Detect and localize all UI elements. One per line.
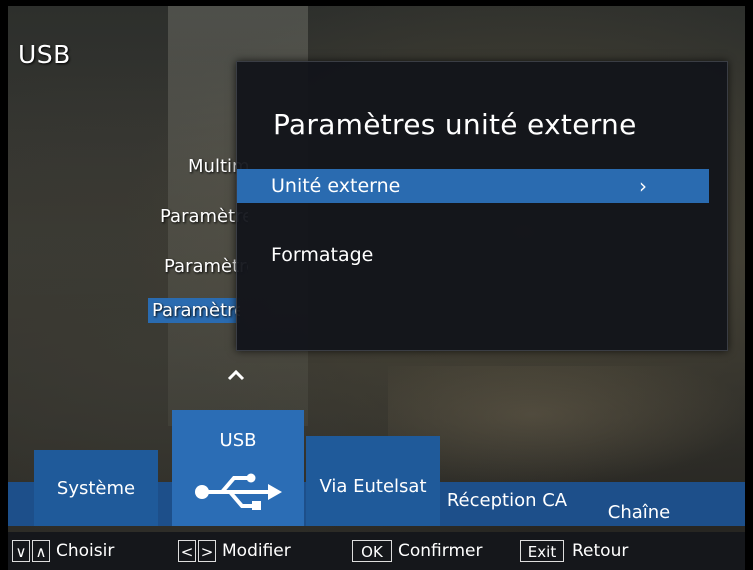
usb-icon xyxy=(195,473,282,510)
help-choose-label: Choisir xyxy=(56,541,115,561)
menu-item-parametres-2[interactable]: Paramètres xyxy=(160,254,248,279)
menu-item-parametres-1[interactable]: Paramètres xyxy=(156,204,248,229)
exit-key-icon: Exit xyxy=(520,540,564,562)
tab-label: Via Eutelsat xyxy=(319,476,427,497)
tab-via-eutelsat[interactable]: Via Eutelsat xyxy=(306,436,440,526)
tv-screen: USB Multimédia Paramètres Paramètres Par… xyxy=(8,6,745,570)
help-confirm-label: Confirmer xyxy=(398,541,483,561)
external-unit-settings-dialog: Paramètres unité externe Unité externe ›… xyxy=(236,61,728,351)
popup-item-formatting[interactable]: Formatage xyxy=(237,238,709,272)
ok-key-icon: OK xyxy=(352,540,392,562)
tab-systeme[interactable]: Système xyxy=(34,450,158,526)
popup-item-label: Formatage xyxy=(271,244,374,266)
help-bar: ∨ ∧ Choisir < > Modifier OK Confirmer Ex… xyxy=(8,532,745,570)
help-back-label: Retour xyxy=(572,541,629,561)
down-key-icon: ∨ xyxy=(12,540,30,562)
page-title: USB xyxy=(18,40,71,69)
dialog-title: Paramètres unité externe xyxy=(273,108,637,141)
right-key-icon: > xyxy=(198,540,216,562)
help-modify-label: Modifier xyxy=(222,541,291,561)
chevron-up-icon[interactable] xyxy=(226,368,246,382)
up-key-icon: ∧ xyxy=(32,540,50,562)
tab-label: Chaîne xyxy=(607,502,671,523)
tab-label: USB xyxy=(219,430,257,451)
chevron-right-icon: › xyxy=(639,174,647,198)
tab-label: Réception CA xyxy=(446,490,568,511)
left-key-icon: < xyxy=(178,540,196,562)
menu-item-parametres-selected[interactable]: Paramètres xyxy=(148,298,240,323)
tab-chaine[interactable]: Chaîne xyxy=(574,482,704,526)
tab-usb[interactable]: USB xyxy=(172,410,304,526)
tab-label: Système xyxy=(56,478,136,499)
popup-item-label: Unité externe xyxy=(271,175,401,197)
tab-reception-ca[interactable]: Réception CA xyxy=(440,468,574,526)
popup-item-external-unit[interactable]: Unité externe › xyxy=(237,169,709,203)
